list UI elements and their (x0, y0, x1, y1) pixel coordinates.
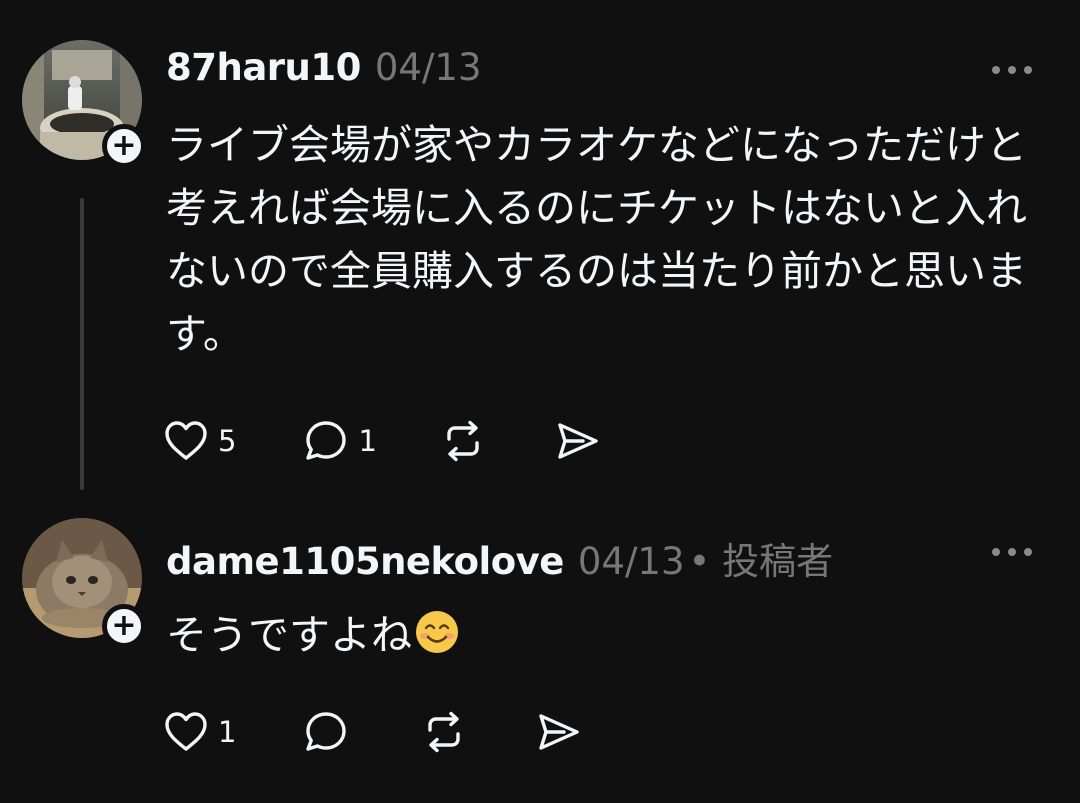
follow-plus-button[interactable]: + (102, 124, 146, 168)
post-header: 87haru10 04/13 (166, 46, 482, 89)
reply-count: 1 (358, 424, 377, 458)
post-text: ライブ会場が家やカラオケなどになっただけと考えれば会場に入るのにチケットはないと… (166, 121, 1027, 358)
post-header: dame1105nekolove 04/13 • 投稿者 (166, 531, 833, 585)
username[interactable]: dame1105nekolove (166, 540, 564, 583)
comment-icon (306, 712, 347, 751)
reply-button[interactable]: 1 (302, 417, 377, 465)
post-2: + dame1105nekolove 04/13 • 投稿者 そうですよね 1 (0, 500, 1080, 803)
like-button[interactable]: 5 (162, 417, 236, 465)
share-button[interactable] (553, 417, 601, 465)
like-button[interactable]: 1 (162, 708, 236, 756)
plus-icon: + (111, 608, 137, 643)
comment-icon (306, 421, 347, 460)
smiling-face-emoji (416, 611, 458, 653)
post-date: 04/13 (374, 46, 482, 89)
heart-icon (165, 421, 207, 460)
send-icon (558, 423, 598, 459)
username[interactable]: 87haru10 (166, 46, 361, 89)
author-badge: • 投稿者 (688, 540, 834, 583)
reply-button[interactable] (302, 708, 358, 756)
send-icon (539, 714, 580, 750)
more-icon[interactable] (992, 63, 1032, 77)
repost-icon (428, 711, 461, 753)
thread-line (80, 198, 84, 490)
post-text-content: そうですよね (166, 611, 412, 659)
heart-icon (165, 712, 207, 751)
like-count: 1 (218, 715, 237, 749)
repost-button[interactable] (439, 417, 487, 465)
repost-icon (447, 420, 479, 462)
more-icon[interactable] (992, 545, 1032, 559)
like-count: 5 (218, 424, 237, 458)
plus-icon: + (111, 128, 137, 163)
action-bar: 5 1 (162, 416, 601, 466)
post-text: そうですよね (166, 604, 1046, 667)
post-date: 04/13 (577, 540, 685, 583)
follow-plus-button[interactable]: + (102, 604, 146, 648)
action-bar: 1 (162, 707, 582, 757)
repost-button[interactable] (420, 708, 468, 756)
post-1: + 87haru10 04/13 ライブ会場が家やカラオケなどになっただけと考え… (0, 0, 1080, 500)
share-button[interactable] (534, 708, 582, 756)
